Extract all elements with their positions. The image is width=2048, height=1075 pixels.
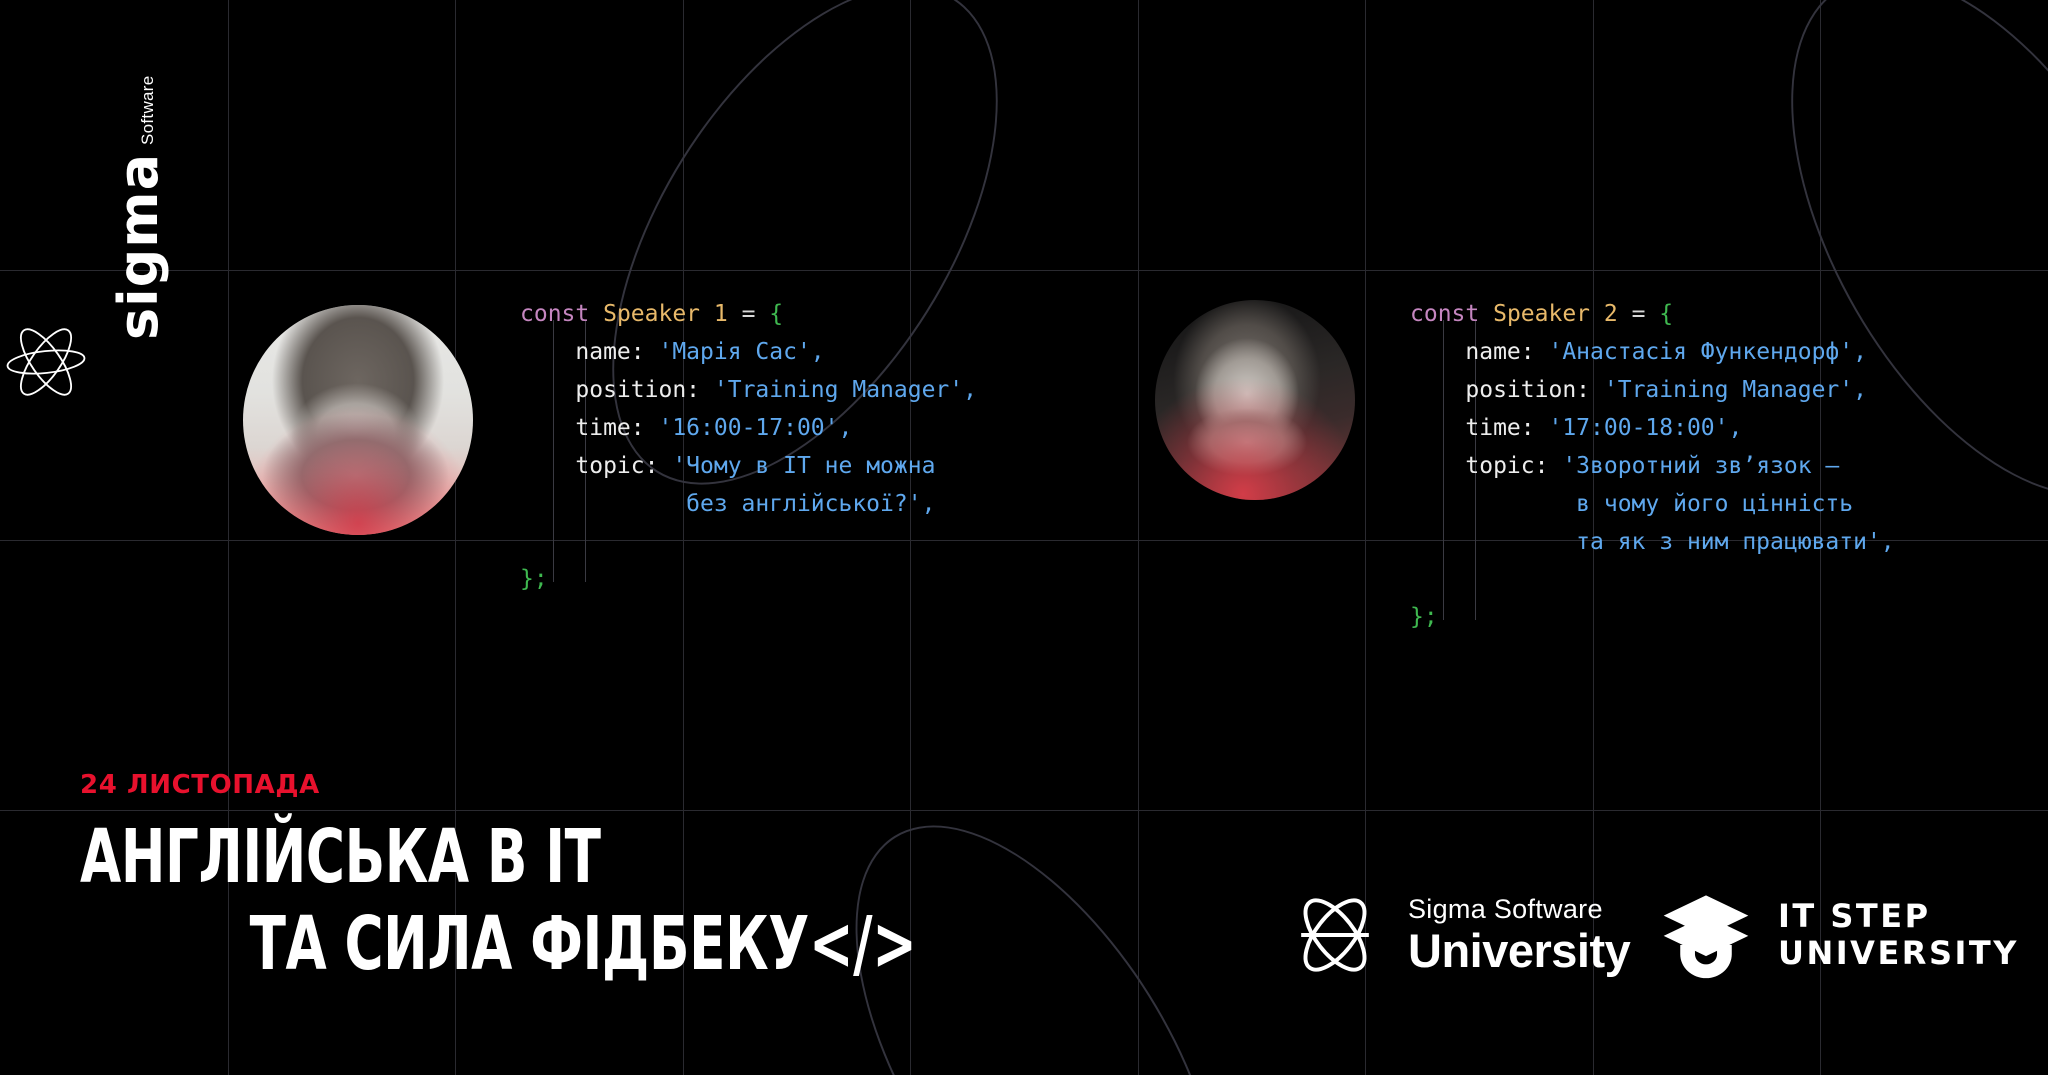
code-operator: = bbox=[1617, 301, 1660, 327]
code-string-value: 'Training Manager', bbox=[1603, 377, 1867, 403]
code-operator: = bbox=[727, 301, 770, 327]
code-property-key: topic: bbox=[520, 453, 673, 479]
code-open-brace: { bbox=[1659, 301, 1674, 327]
sigma-university-line2: University bbox=[1408, 924, 1631, 977]
it-step-university-logo: IT STEP UNIVERSITY bbox=[1660, 888, 2019, 980]
sigma-atom-icon bbox=[1301, 898, 1369, 972]
it-step-line1: IT STEP bbox=[1778, 896, 1931, 935]
headline-line-2: ТА СИЛА ФІДБЕКУ</> bbox=[249, 901, 917, 988]
code-property-key: name: bbox=[1410, 339, 1549, 365]
it-step-line2: UNIVERSITY bbox=[1778, 933, 2019, 972]
headline-line-1: АНГЛІЙСЬКА В IT bbox=[80, 814, 601, 900]
graduation-cap-icon bbox=[1663, 895, 1749, 979]
speaker-1-code-block: const Speaker 1 = { name: 'Марія Сас', p… bbox=[520, 295, 977, 523]
code-property-key: position: bbox=[1410, 377, 1604, 403]
speaker-1-portrait-image bbox=[243, 305, 473, 535]
sigma-atom-icon bbox=[6, 328, 86, 396]
event-date: 24 ЛИСТОПАДА bbox=[80, 770, 320, 800]
code-string-value: 'Чому в IT не можна bbox=[672, 453, 936, 479]
headline-block: 24 ЛИСТОПАДА АНГЛІЙСЬКА В IT ТА СИЛА ФІД… bbox=[80, 770, 980, 988]
code-property-key: time: bbox=[1410, 415, 1549, 441]
sigma-wordmark-text: sigma bbox=[107, 152, 171, 340]
code-string-value: '17:00-18:00', bbox=[1548, 415, 1743, 441]
grid-hline bbox=[0, 270, 2048, 271]
code-string-value: '16:00-17:00', bbox=[658, 415, 853, 441]
sigma-software-vertical-logo: sigma Software bbox=[74, 75, 171, 340]
sigma-wordmark: sigma Software bbox=[74, 75, 171, 340]
code-property-key: topic: bbox=[1410, 453, 1563, 479]
code-string-value-continued: та як з ним працювати', bbox=[1410, 529, 1895, 555]
code-open-brace: { bbox=[769, 301, 784, 327]
code-close-brace: }; bbox=[520, 566, 548, 592]
code-keyword: const bbox=[520, 301, 590, 327]
code-identifier: Speaker 2 bbox=[1479, 301, 1618, 327]
code-identifier: Speaker 1 bbox=[589, 301, 728, 327]
sigma-wordmark-subtitle: Software bbox=[138, 75, 157, 145]
grid-vline bbox=[1138, 0, 1139, 1075]
speaker-2-code-close: }; bbox=[1410, 598, 1438, 636]
code-property-key: position: bbox=[520, 377, 714, 403]
code-string-value: 'Training Manager', bbox=[713, 377, 977, 403]
it-step-text: IT STEP UNIVERSITY bbox=[1778, 900, 2019, 969]
code-string-value-continued: в чому його цінність bbox=[1410, 491, 1854, 517]
poster-stage: sigma Software const Speaker 1 = { name:… bbox=[0, 0, 2048, 1075]
sigma-software-university-logo: Sigma Software University bbox=[1288, 888, 1631, 982]
speaker-1-photo bbox=[243, 305, 473, 535]
speaker-2-photo bbox=[1155, 300, 1355, 500]
speaker-1-code-close: }; bbox=[520, 560, 548, 598]
speaker-2-code-block: const Speaker 2 = { name: 'Анастасія Фун… bbox=[1410, 295, 1895, 561]
code-keyword: const bbox=[1410, 301, 1480, 327]
code-string-value-continued: без англійської?', bbox=[520, 491, 936, 517]
code-property-key: name: bbox=[520, 339, 659, 365]
code-property-key: time: bbox=[520, 415, 659, 441]
code-close-brace: }; bbox=[1410, 604, 1438, 630]
code-string-value: 'Анастасія Функендорф', bbox=[1548, 339, 1867, 365]
sigma-university-line1: Sigma Software bbox=[1408, 894, 1603, 924]
code-string-value: 'Марія Сас', bbox=[658, 339, 825, 365]
code-string-value: 'Зворотний зв’язок — bbox=[1562, 453, 1840, 479]
speaker-2-portrait-image bbox=[1155, 300, 1355, 500]
sigma-university-text: Sigma Software University bbox=[1408, 894, 1631, 977]
